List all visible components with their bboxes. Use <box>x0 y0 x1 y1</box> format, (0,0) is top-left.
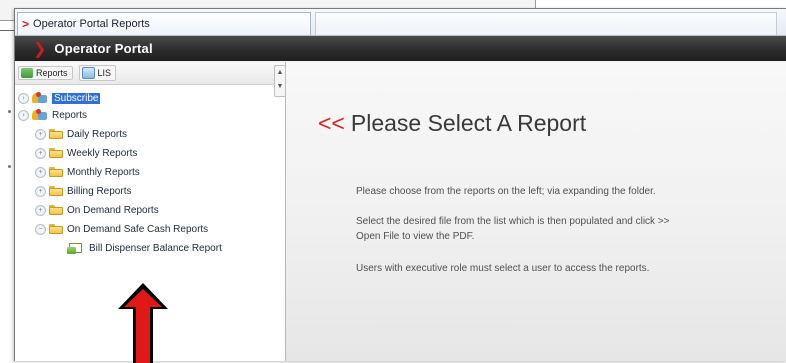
folder-icon <box>49 148 63 158</box>
tree-label-reports: Reports <box>52 109 88 121</box>
instruction-text-2: Select the desired file from the list wh… <box>356 216 670 242</box>
tree-node-on-demand-safe-cash[interactable]: − On Demand Safe Cash Reports <box>35 221 208 237</box>
reports-icon <box>21 68 33 78</box>
folder-icon <box>49 205 63 215</box>
tree-node-on-demand-reports[interactable]: + On Demand Reports <box>35 202 159 218</box>
tree-node-daily-reports[interactable]: + Daily Reports <box>35 126 127 142</box>
tree-label-daily: Daily Reports <box>67 128 128 140</box>
browser-tab-bar: > Operator Portal Reports <box>15 9 786 36</box>
background-dot <box>8 110 11 113</box>
open-folder-icon <box>49 224 63 234</box>
report-content-pane: << Please Select A Report Please choose f… <box>286 62 786 361</box>
expand-toggle-icon[interactable]: + <box>35 185 46 197</box>
tree-node-bill-dispenser-balance[interactable]: Bill Dispenser Balance Report <box>67 240 222 256</box>
folder-icon <box>49 167 63 177</box>
title-text: Please Select A Report <box>350 110 587 136</box>
expand-toggle-icon[interactable]: + <box>35 128 46 140</box>
tree-label-safe-cash: On Demand Safe Cash Reports <box>67 223 209 235</box>
tree-node-monthly-reports[interactable]: + Monthly Reports <box>35 164 140 180</box>
folder-icon <box>49 186 63 196</box>
tree-node-subscribe[interactable]: › Subscribe <box>18 90 101 106</box>
instruction-text-1: Please choose from the reports on the le… <box>356 186 656 197</box>
expand-toggle-icon[interactable]: + <box>35 204 46 216</box>
red-pointer-arrow-icon <box>118 283 168 363</box>
tree-label-subscribe: Subscribe <box>52 92 101 104</box>
page-title: << Please Select A Report <box>318 110 586 137</box>
portal-logo-icon: ❯ <box>33 40 47 58</box>
tab-title: Operator Portal Reports <box>33 18 150 30</box>
report-file-icon <box>67 242 83 254</box>
folder-icon <box>49 129 63 139</box>
tree-node-weekly-reports[interactable]: + Weekly Reports <box>35 145 137 161</box>
expand-toggle-icon[interactable]: › <box>18 92 29 104</box>
tree-label-weekly: Weekly Reports <box>67 147 138 159</box>
tree-label-bill-dispenser: Bill Dispenser Balance Report <box>89 242 222 254</box>
lis-toolbar-button[interactable]: LIS <box>78 65 117 81</box>
reports-button-label: Reports <box>36 68 68 78</box>
title-arrows: << <box>318 110 345 136</box>
expand-toggle-icon[interactable]: › <box>18 109 29 121</box>
reports-toolbar-button[interactable]: Reports <box>18 66 73 80</box>
tab-operator-portal-reports[interactable]: > Operator Portal Reports <box>17 12 311 35</box>
subscribe-icon <box>32 92 48 104</box>
scroll-stepper[interactable]: ▲ ▼ <box>274 65 286 97</box>
app-title: Operator Portal <box>54 41 153 56</box>
tree-node-billing-reports[interactable]: + Billing Reports <box>35 183 131 199</box>
instruction-text-3: Users with executive role must select a … <box>356 263 650 274</box>
lis-button-label: LIS <box>97 68 112 78</box>
background-dot <box>8 165 11 168</box>
expand-toggle-icon[interactable]: + <box>35 147 46 159</box>
tree-node-reports[interactable]: › Reports <box>18 107 87 123</box>
tree-label-on-demand: On Demand Reports <box>67 204 159 216</box>
tab-chevron-icon: > <box>22 17 30 31</box>
sidebar-toolbar: Reports LIS <box>15 62 285 85</box>
app-header: ❯ Operator Portal <box>15 36 786 61</box>
tree-label-monthly: Monthly Reports <box>67 166 140 178</box>
expand-toggle-icon[interactable]: + <box>35 166 46 178</box>
lis-icon <box>81 67 95 79</box>
reports-root-icon <box>32 109 48 121</box>
tree-label-billing: Billing Reports <box>67 185 132 197</box>
collapse-toggle-icon[interactable]: − <box>35 223 46 235</box>
tab-empty[interactable] <box>315 12 777 35</box>
